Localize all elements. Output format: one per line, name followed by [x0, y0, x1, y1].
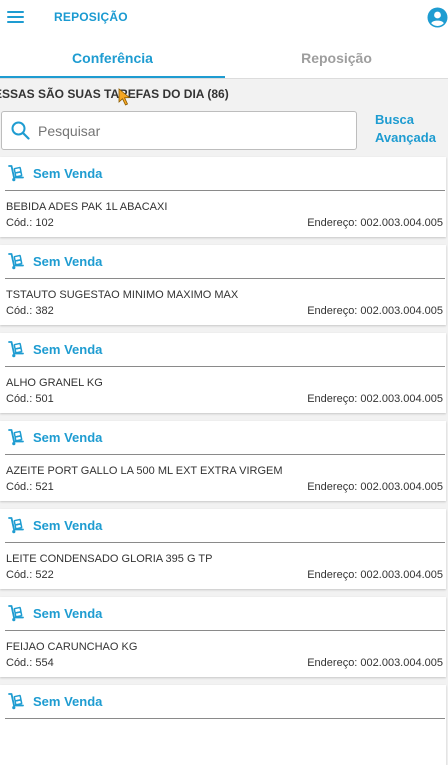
task-description: TSTAUTO SUGESTAO MINIMO MAXIMO MAX — [6, 289, 239, 301]
task-card[interactable]: Sem Venda BEBIDA ADES PAK 1L ABACAXI Cód.:… — [0, 157, 446, 237]
task-status-label: Sem Venda — [33, 253, 103, 269]
tab-bar: Conferência Reposição — [0, 36, 448, 79]
menu-icon[interactable] — [7, 10, 25, 24]
hand-truck-icon — [7, 252, 25, 270]
tab-conferencia[interactable]: Conferência — [0, 36, 225, 79]
tabs-divider — [0, 78, 448, 79]
task-status-label: Sem Venda — [33, 605, 103, 621]
card-divider — [5, 630, 445, 631]
task-card[interactable]: Sem Venda FEIJAO CARUNCHAO KG Cód.: 554 End… — [0, 597, 446, 677]
card-divider — [5, 278, 445, 279]
page-title: REPOSIÇÃO — [54, 10, 128, 24]
task-address: Endereço: 002.003.004.005 — [307, 657, 443, 669]
card-divider — [5, 542, 445, 543]
search-icon — [11, 121, 30, 145]
task-description: LEITE CONDENSADO GLORIA 395 G TP — [6, 553, 213, 565]
advanced-search-label-line1: Busca — [375, 112, 415, 127]
card-divider — [5, 190, 445, 191]
advanced-search-label-line2: Avançada — [375, 130, 436, 145]
tab-reposicao[interactable]: Reposição — [225, 36, 448, 79]
card-divider — [5, 718, 445, 719]
task-code: Cód.: 554 — [6, 657, 54, 669]
hand-truck-icon — [7, 340, 25, 358]
task-code: Cód.: 382 — [6, 305, 54, 317]
task-card[interactable]: Sem Venda ALHO GRANEL KG Cód.: 501 Endereço… — [0, 333, 446, 413]
task-code: Cód.: 521 — [6, 481, 54, 493]
hand-truck-icon — [7, 692, 25, 710]
task-address: Endereço: 002.003.004.005 — [307, 217, 443, 229]
hand-truck-icon — [7, 428, 25, 446]
task-code: Cód.: 501 — [6, 393, 54, 405]
card-divider — [5, 454, 445, 455]
task-status: Sem Venda — [7, 252, 102, 270]
card-divider — [5, 366, 445, 367]
task-address: Endereço: 002.003.004.005 — [307, 481, 443, 493]
task-status: Sem Venda — [7, 164, 102, 182]
hand-truck-icon — [7, 516, 25, 534]
task-card[interactable]: Sem Venda LEITE CONDENSADO GLORIA 395 G T… — [0, 509, 446, 589]
mouse-cursor-icon — [118, 88, 132, 111]
task-address: Endereço: 002.003.004.005 — [307, 305, 443, 317]
task-status: Sem Venda — [7, 604, 102, 622]
task-address: Endereço: 002.003.004.005 — [307, 569, 443, 581]
task-status-label: Sem Venda — [33, 517, 103, 533]
task-status: Sem Venda — [7, 516, 102, 534]
task-card[interactable]: Sem Venda TSTAUTO SUGESTAO MINIMO MAXIMO … — [0, 245, 446, 325]
task-status-label: Sem Venda — [33, 165, 103, 181]
task-description: ALHO GRANEL KG — [6, 377, 103, 389]
account-icon[interactable] — [427, 7, 448, 28]
search-input[interactable] — [38, 112, 338, 149]
task-card[interactable]: Sem Venda AZEITE PORT GALLO LA 500 ML EXT… — [0, 421, 446, 501]
task-status: Sem Venda — [7, 340, 102, 358]
hand-truck-icon — [7, 164, 25, 182]
task-status-label: Sem Venda — [33, 341, 103, 357]
search-box[interactable] — [1, 111, 357, 150]
task-status: Sem Venda — [7, 428, 102, 446]
task-description: BEBIDA ADES PAK 1L ABACAXI — [6, 201, 168, 213]
hand-truck-icon — [7, 604, 25, 622]
task-address: Endereço: 002.003.004.005 — [307, 393, 443, 405]
task-code: Cód.: 102 — [6, 217, 54, 229]
task-code: Cód.: 522 — [6, 569, 54, 581]
task-description: FEIJAO CARUNCHAO KG — [6, 641, 138, 653]
task-status: Sem Venda — [7, 692, 102, 710]
task-status-label: Sem Venda — [33, 429, 103, 445]
task-description: AZEITE PORT GALLO LA 500 ML EXT EXTRA VI… — [6, 465, 283, 477]
task-status-label: Sem Venda — [33, 693, 103, 709]
advanced-search-button[interactable]: Busca Avançada — [375, 111, 445, 147]
task-card[interactable]: Sem Venda — [0, 685, 446, 765]
app-bar: REPOSIÇÃO — [0, 0, 448, 36]
tasks-count-header: ESSAS SÃO SUAS TAREFAS DO DIA (86) — [0, 87, 229, 101]
